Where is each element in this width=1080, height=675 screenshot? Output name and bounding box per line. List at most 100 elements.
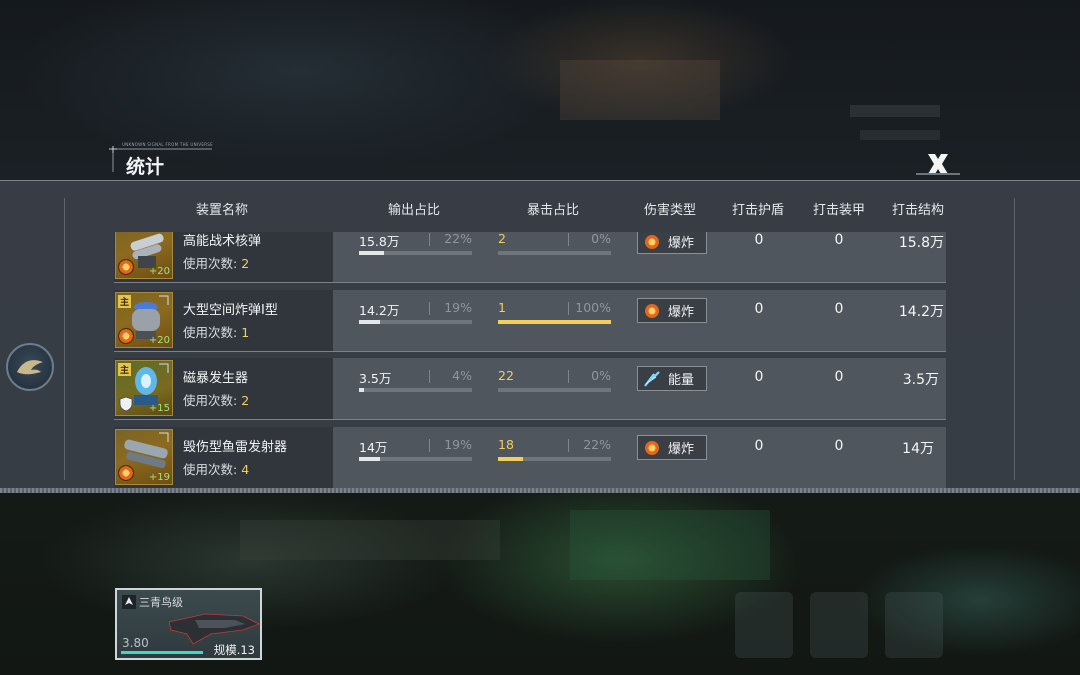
damage-type-label: 爆炸 [668,236,695,251]
row-divider [114,419,946,420]
uses-count: 4 [241,462,250,477]
value-separator [429,302,430,315]
output-percent: 4% [452,368,472,383]
output-percent: 19% [444,437,472,452]
hit-structure-value: 15.8万 [898,235,944,251]
output-value: 3.5万 [359,371,392,386]
column-header-hit-shield: 打击护盾 [731,203,784,218]
column-header-crit-share: 暴击占比 [526,203,579,218]
damage-type-badge: 爆炸 [637,298,707,323]
row-divider [114,282,946,283]
enhance-level: +20 [148,266,170,277]
explosion-badge-icon [118,259,134,275]
device-uses: 使用次数: 2 [183,390,249,409]
fleet-emblem-button[interactable] [6,343,54,391]
crit-bar-track [498,251,611,255]
hit-shield-value: 0 [754,438,764,454]
output-bar-fill [359,251,384,255]
explosion-icon [645,440,659,455]
main-slot-tag: 主 [118,295,131,308]
value-separator [568,439,569,452]
crit-value: 18 [498,437,514,452]
ship-class-icon [122,595,136,609]
device-uses: 使用次数: 2 [183,253,249,272]
ship-card[interactable]: 三青鸟级 3.80 规模.13 [115,588,262,660]
column-header-damage-type: 伤害类型 [643,203,696,218]
column-header-output-share: 输出占比 [387,203,440,218]
damage-type-label: 爆炸 [668,305,695,320]
crit-bar-fill [498,457,523,461]
device-thumbnail: 主 +20 [115,292,173,348]
output-value: 15.8万 [359,234,400,249]
enhance-level: +20 [148,335,170,346]
faint-action-button[interactable] [810,592,868,658]
panel-left-rule [64,198,65,480]
faint-action-button[interactable] [885,592,943,658]
uses-label: 使用次数: [183,462,242,477]
uses-label: 使用次数: [183,256,242,271]
crit-value: 2 [498,232,506,246]
crit-value: 22 [498,368,514,383]
output-bar-track [359,388,472,392]
row-divider [114,351,946,352]
output-bar-track [359,251,472,255]
bird-emblem-icon [17,360,43,375]
device-table: +20 高能战术核弹 使用次数: 2 15.8万 22% 2 0% 爆炸 0 0… [114,232,946,488]
uses-label: 使用次数: [183,325,242,340]
hit-armor-value: 0 [834,438,844,454]
panel-right-rule [1014,198,1015,480]
damage-type-badge: 能量 [637,366,707,391]
column-header-hit-structure: 打击结构 [891,203,944,218]
hit-structure-value: 14.2万 [898,304,944,320]
close-underline-deco [916,173,960,175]
damage-type-label: 爆炸 [668,442,695,457]
table-row[interactable]: +19 毁伤型鱼雷发射器 使用次数: 4 14万 19% 18 22% 爆炸 0… [114,427,946,488]
output-percent: 19% [444,300,472,315]
faint-action-button[interactable] [735,592,793,658]
page-title: 统计 [126,156,165,178]
uses-count: 1 [241,325,250,340]
hit-armor-value: 0 [834,369,844,385]
device-name: 高能战术核弹 [183,234,262,249]
hit-shield-value: 0 [754,369,764,385]
explosion-icon [645,234,659,249]
device-thumbnail: +19 [115,429,173,485]
main-slot-tag: 主 [118,363,131,376]
hit-armor-value: 0 [834,301,844,317]
value-separator [429,370,430,383]
damage-type-label: 能量 [668,373,695,388]
output-value: 14.2万 [359,303,400,318]
crit-percent: 100% [575,300,611,315]
shield-badge-icon [119,396,133,412]
panel-bottom-border [0,488,1080,493]
device-thumbnail: 主 +15 [115,360,173,416]
output-bar-track [359,320,472,324]
value-separator [568,233,569,246]
device-thumbnail: +20 [115,232,173,279]
crit-bar-fill [498,320,611,324]
output-percent: 22% [444,232,472,246]
enhance-level: +15 [148,403,170,414]
corner-marker-icon [159,432,169,442]
device-uses: 使用次数: 4 [183,459,249,478]
corner-marker-icon [159,295,169,305]
device-uses: 使用次数: 1 [183,322,249,341]
output-value: 14万 [359,440,388,455]
energy-icon [644,370,660,387]
damage-type-badge: 爆炸 [637,232,707,254]
table-row[interactable]: 主 +15 磁暴发生器 使用次数: 2 3.5万 4% 22 0% 能量 0 0… [114,358,946,420]
table-row[interactable]: 主 +20 大型空间炸弹I型 使用次数: 1 14.2万 19% 1 100% … [114,290,946,352]
corner-marker-icon [159,363,169,373]
crit-percent: 0% [591,368,611,383]
hit-shield-value: 0 [754,232,764,248]
value-separator [568,370,569,383]
explosion-badge-icon [118,328,134,344]
output-bar-track [359,457,472,461]
table-row[interactable]: +20 高能战术核弹 使用次数: 2 15.8万 22% 2 0% 爆炸 0 0… [114,232,946,283]
hit-structure-value: 3.5万 [902,372,939,388]
damage-type-badge: 爆炸 [637,435,707,460]
crit-bar-track [498,457,611,461]
output-bar-fill [359,388,364,392]
crit-percent: 0% [591,232,611,246]
header-subtitle: UNKNOWN SIGNAL FROM THE UNIVERSE [122,142,213,147]
